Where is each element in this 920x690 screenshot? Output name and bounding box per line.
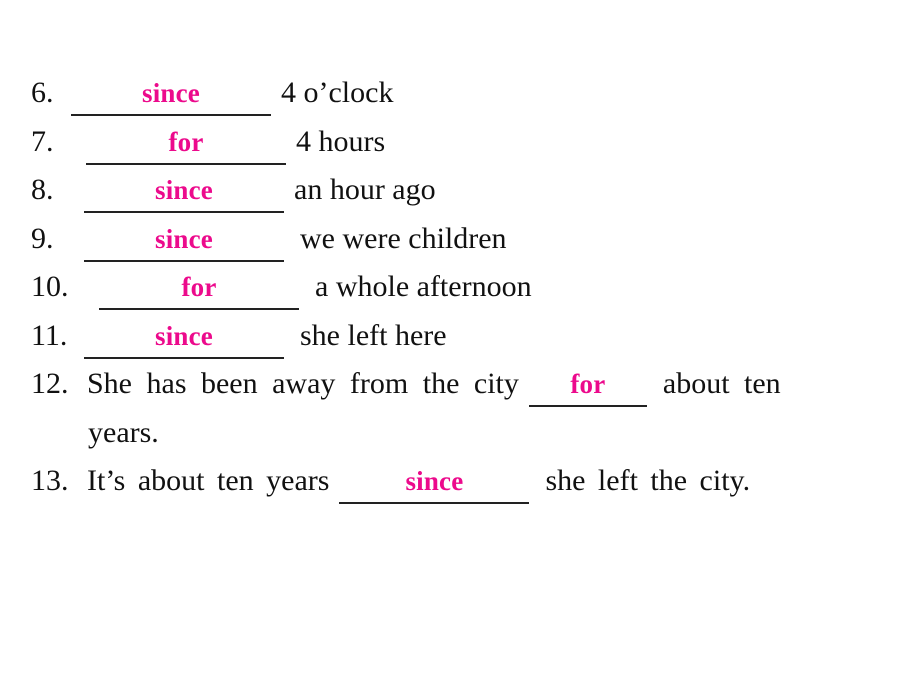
question-text-13-lead: It’s about ten years [87,464,330,497]
question-text-9: we were children [300,221,507,255]
answer-blank-10[interactable]: for [99,274,299,310]
question-text-10: a whole afternoon [315,270,532,303]
answer-blank-6[interactable]: since [71,80,271,116]
answer-blank-8[interactable]: since [84,177,284,213]
question-text-12-continuation: years. [88,415,159,449]
question-text-6: 4 o’clock [281,76,394,109]
question-text-13-tail: she left the city. [545,464,751,497]
question-number: 8. [31,173,54,206]
question-text-8: an hour ago [294,173,436,206]
answer-blank-9[interactable]: since [84,225,284,262]
answer-blank-11[interactable]: since [84,322,284,359]
exercise-item-12: 12. She has been away from the city for … [0,369,920,418]
question-text-11: she left here [300,318,447,352]
exercise-list: 6. since 4 o’clock 7. for 4 hours 8. sin… [0,78,920,515]
exercise-item-9: 9. since we were children [0,221,920,273]
question-number: 7. [31,124,54,158]
question-number: 12. [31,367,69,400]
exercise-item-12-continuation: years. [0,415,920,467]
question-number: 11. [31,318,68,352]
answer-blank-7[interactable]: for [86,128,286,165]
worksheet-page: 6. since 4 o’clock 7. for 4 hours 8. sin… [0,0,920,690]
question-number: 9. [31,221,54,255]
question-text-12-tail: about ten [662,367,781,400]
question-number: 6. [31,76,54,109]
question-number: 13. [31,464,69,497]
question-text-7: 4 hours [296,124,386,158]
exercise-item-6: 6. since 4 o’clock [0,78,920,127]
exercise-item-8: 8. since an hour ago [0,175,920,224]
answer-blank-12[interactable]: for [528,371,647,407]
answer-blank-13[interactable]: since [339,468,530,504]
exercise-item-10: 10. for a whole afternoon [0,272,920,321]
exercise-item-13: 13. It’s about ten years since she left … [0,466,920,515]
exercise-item-11: 11. since she left here [0,318,920,370]
question-number: 10. [31,270,69,303]
question-text-12-lead: She has been away from the city [87,367,519,400]
exercise-item-7: 7. for 4 hours [0,124,920,176]
